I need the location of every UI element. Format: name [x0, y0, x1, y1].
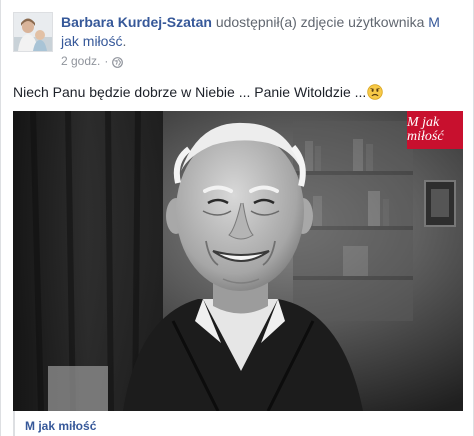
author-name-link[interactable]: Barbara Kurdej-Szatan — [61, 14, 212, 30]
feed-post: Barbara Kurdej-Szatan udostępnił(a) zdję… — [0, 0, 474, 436]
post-header-text: Barbara Kurdej-Szatan udostępnił(a) zdję… — [61, 13, 461, 51]
post-message-text: Niech Panu będzie dobrze w Niebie ... Pa… — [13, 84, 367, 100]
brand-logo: M jak miłość — [407, 111, 463, 149]
author-avatar[interactable] — [13, 12, 53, 52]
meta-separator: · — [104, 54, 109, 68]
footer-page-link[interactable]: M jak miłość — [25, 419, 96, 434]
post-message: Niech Panu będzie dobrze w Niebie ... Pa… — [13, 83, 463, 102]
share-action-text: udostępnił(a) zdjęcie użytkownika — [215, 14, 425, 30]
header-trailing-punct: . — [122, 33, 127, 49]
post-photo[interactable]: M jak miłość — [13, 111, 463, 411]
post-header: Barbara Kurdej-Szatan udostępnił(a) zdję… — [13, 12, 463, 72]
globe-icon[interactable] — [112, 56, 124, 68]
post-meta: 2 godz. · — [61, 53, 124, 69]
post-timestamp[interactable]: 2 godz. — [61, 53, 100, 69]
sad-face-emoji-icon — [367, 84, 383, 100]
brand-logo-text: M jak miłość — [407, 115, 444, 144]
shared-page-footer: M jak miłość — [13, 411, 463, 436]
